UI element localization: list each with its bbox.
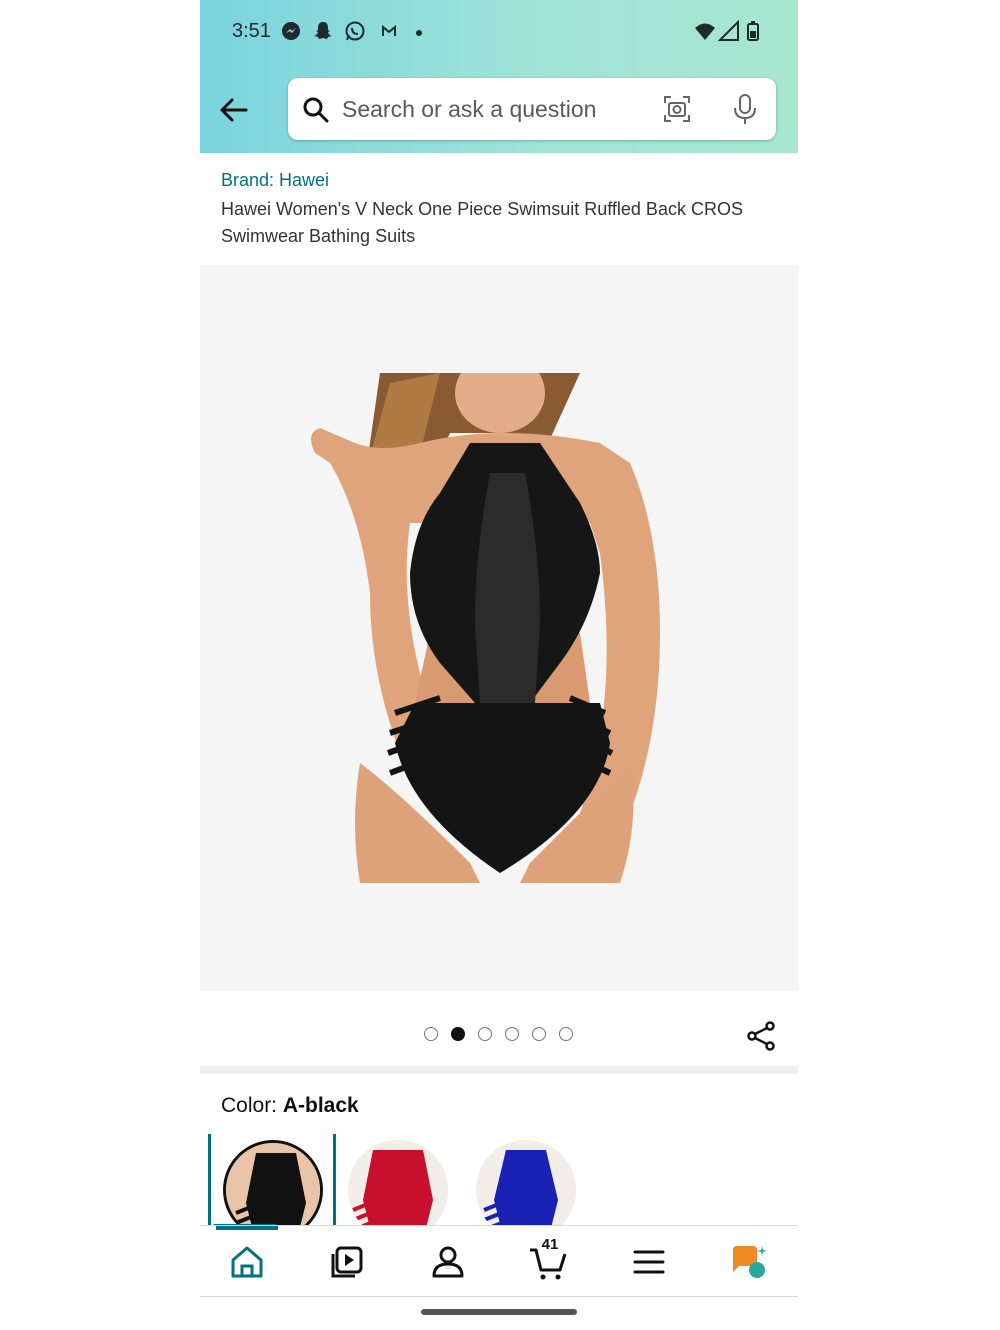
cart-count: 41 — [541, 1236, 559, 1253]
status-bar: 3:51 — [200, 0, 798, 62]
wifi-icon — [695, 23, 715, 40]
swatch-photo — [226, 1143, 320, 1230]
product-photo — [311, 373, 660, 883]
messenger-icon — [282, 22, 300, 40]
carousel-dot[interactable] — [559, 1027, 573, 1041]
app-screen: 3:51 Search or ask a question Brand: Haw… — [200, 0, 798, 1330]
bottom-navigation: 41 — [200, 1225, 798, 1297]
search-icon — [303, 97, 329, 123]
carousel-dot-active[interactable] — [451, 1027, 465, 1041]
back-arrow-icon[interactable] — [214, 90, 254, 130]
home-icon[interactable] — [227, 1242, 267, 1282]
header: 3:51 — [200, 0, 798, 153]
cart-button[interactable]: 41 — [528, 1236, 568, 1282]
search-bar[interactable] — [288, 78, 776, 140]
battery-icon — [747, 21, 759, 41]
whatsapp-icon — [345, 21, 365, 41]
carousel-dot[interactable] — [532, 1027, 546, 1041]
gesture-bar[interactable] — [421, 1309, 577, 1315]
product-image-carousel[interactable] — [200, 265, 798, 991]
menu-icon[interactable] — [629, 1242, 669, 1282]
product-title: Hawei Women's V Neck One Piece Swimsuit … — [221, 199, 743, 246]
snapchat-icon — [314, 22, 332, 39]
rufus-assistant-icon[interactable] — [729, 1242, 769, 1282]
video-icon[interactable] — [327, 1242, 367, 1282]
carousel-dot[interactable] — [505, 1027, 519, 1041]
carousel-dot[interactable] — [424, 1027, 438, 1041]
swatch-image — [476, 1140, 576, 1230]
swatch-image — [348, 1140, 448, 1230]
color-label: Color: A-black — [221, 1094, 359, 1118]
swatch-photo — [476, 1140, 576, 1230]
gmail-icon — [382, 24, 396, 36]
selected-color: A-black — [282, 1094, 359, 1117]
swatch-red[interactable] — [336, 1134, 464, 1230]
section-divider — [200, 1066, 798, 1074]
notification-dot — [416, 30, 422, 36]
active-tab-indicator — [216, 1226, 278, 1230]
carousel-dots — [424, 1027, 573, 1043]
brand-link[interactable]: Brand: Hawei — [221, 170, 329, 191]
signal-icon — [718, 20, 739, 41]
swatch-photo — [348, 1140, 448, 1230]
account-icon[interactable] — [428, 1242, 468, 1282]
color-label-prefix: Color: — [221, 1094, 283, 1117]
microphone-icon[interactable] — [730, 92, 760, 126]
camera-search-icon[interactable] — [662, 94, 692, 124]
swatch-blue[interactable] — [464, 1134, 592, 1230]
swatch-black[interactable] — [208, 1134, 336, 1230]
search-input[interactable] — [342, 88, 652, 130]
carousel-dot[interactable] — [478, 1027, 492, 1041]
share-icon[interactable] — [746, 1020, 778, 1052]
swatch-image — [223, 1140, 323, 1230]
status-time: 3:51 — [232, 20, 271, 42]
